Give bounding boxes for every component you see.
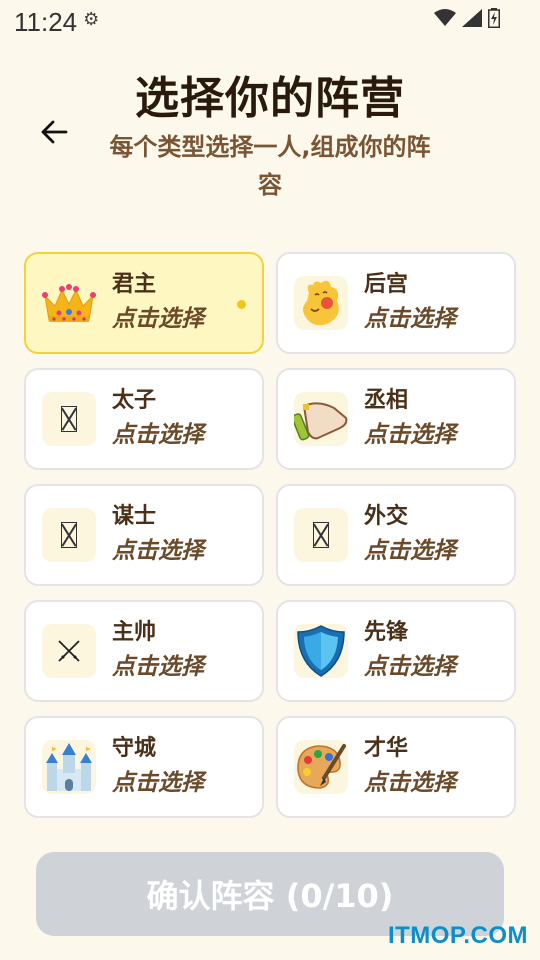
crown-icon	[42, 276, 96, 330]
status-icons	[434, 8, 500, 28]
shield-icon	[294, 624, 348, 678]
role-name: 丞相	[364, 388, 409, 413]
crossed-swords-icon	[42, 624, 96, 678]
role-name: 外交	[364, 504, 409, 529]
blushing-face-icon	[294, 276, 348, 330]
missing-glyph-icon	[294, 508, 348, 562]
role-name: 后宫	[364, 272, 409, 297]
role-card-talent[interactable]: 才华 点击选择	[276, 716, 516, 818]
status-bar: 11:24 ⚙	[0, 0, 540, 44]
role-grid: 君主 点击选择 后宫 点击选择 太子 点击选择 丞相 点击选择 谋士 点击选择 …	[24, 252, 516, 818]
castle-icon	[42, 740, 96, 794]
role-action: 点击选择	[112, 306, 204, 332]
status-time: 11:24	[14, 6, 78, 37]
role-card-vanguard[interactable]: 先锋 点击选择	[276, 600, 516, 702]
role-card-strategist[interactable]: 谋士 点击选择	[24, 484, 264, 586]
role-action: 点击选择	[364, 770, 456, 796]
role-card-harem[interactable]: 后宫 点击选择	[276, 252, 516, 354]
palette-icon	[294, 740, 348, 794]
role-name: 才华	[364, 736, 409, 761]
role-card-chancellor[interactable]: 丞相 点击选择	[276, 368, 516, 470]
selected-dot	[237, 300, 246, 309]
role-action: 点击选择	[112, 422, 204, 448]
role-action: 点击选择	[364, 422, 456, 448]
role-card-diplomat[interactable]: 外交 点击选择	[276, 484, 516, 586]
signal-icon	[462, 9, 482, 27]
battery-icon	[488, 8, 500, 28]
role-name: 守城	[112, 736, 157, 761]
role-action: 点击选择	[364, 654, 456, 680]
missing-glyph-icon	[42, 508, 96, 562]
scroll-icon	[294, 392, 348, 446]
role-card-crown-prince[interactable]: 太子 点击选择	[24, 368, 264, 470]
role-name: 君主	[112, 272, 157, 297]
role-card-garrison[interactable]: 守城 点击选择	[24, 716, 264, 818]
role-name: 主帅	[112, 620, 157, 645]
role-action: 点击选择	[112, 538, 204, 564]
role-action: 点击选择	[364, 538, 456, 564]
role-action: 点击选择	[112, 770, 204, 796]
settings-gear-icon: ⚙	[83, 8, 100, 30]
role-card-monarch[interactable]: 君主 点击选择	[24, 252, 264, 354]
page-subtitle: 每个类型选择一人,组成你的阵容	[109, 133, 431, 199]
role-name: 谋士	[112, 504, 157, 529]
role-name: 先锋	[364, 620, 409, 645]
role-action: 点击选择	[364, 306, 456, 332]
wifi-icon	[434, 9, 456, 26]
missing-glyph-icon	[42, 392, 96, 446]
role-card-commander[interactable]: 主帅 点击选择	[24, 600, 264, 702]
page-title: 选择你的阵营	[135, 73, 405, 124]
role-action: 点击选择	[112, 654, 204, 680]
role-name: 太子	[112, 388, 157, 413]
watermark-logo: ITMOP.COM	[387, 922, 528, 949]
